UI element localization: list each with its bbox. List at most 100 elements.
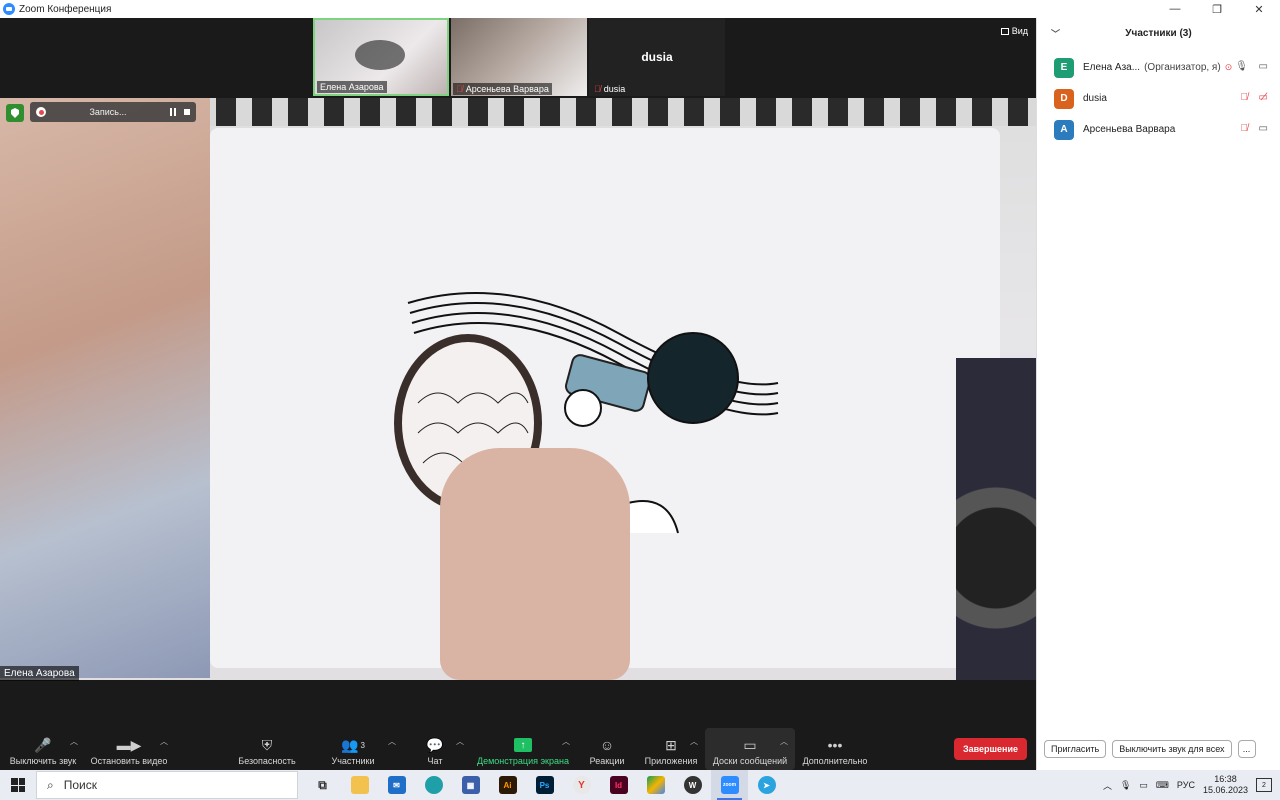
apps-label: Приложения: [644, 756, 698, 766]
invite-button[interactable]: Пригласить: [1044, 740, 1107, 758]
stop-video-button[interactable]: ▬▶ Остановить видео: [88, 728, 170, 770]
mute-all-button[interactable]: Выключить звук для всех: [1112, 740, 1232, 758]
apps-options-caret[interactable]: ︿: [690, 736, 698, 747]
security-label: Безопасность: [238, 756, 296, 766]
thumbnail-elena[interactable]: Елена Азарова: [313, 18, 449, 96]
video-off-icon[interactable]: ▭̸: [1259, 92, 1268, 103]
thumbnail-drawing: [355, 40, 405, 70]
telegram-icon: ➤: [757, 776, 776, 794]
participants-panel-header: ﹀ Участники (3): [1037, 18, 1280, 48]
start-button[interactable]: [0, 770, 36, 800]
edge-icon: [424, 776, 443, 794]
taskbar-search[interactable]: ⌕ Поиск: [36, 771, 298, 799]
reactions-label: Реакции: [589, 756, 625, 766]
share-screen-button[interactable]: ↑ Демонстрация экрана: [474, 728, 572, 770]
share-icon-wrap: ↑: [514, 734, 532, 756]
avatar: А: [1054, 119, 1074, 140]
mic-muted-icon: 🎙̸: [594, 84, 601, 94]
participant-row[interactable]: Е Елена Аза... (Организатор, я) ⊙ 🎙 ▭: [1037, 52, 1280, 83]
taskbar-indesign[interactable]: Id: [600, 770, 637, 800]
input-language[interactable]: РУС: [1177, 780, 1195, 790]
view-button[interactable]: Вид: [1000, 26, 1028, 36]
participants-button[interactable]: 👥 3 Участники: [326, 728, 380, 770]
taskbar-explorer[interactable]: [341, 770, 378, 800]
participants-panel-footer: Пригласить Выключить звук для всех ...: [1037, 740, 1280, 758]
keyboard-icon[interactable]: ⌨: [1156, 780, 1169, 791]
thumbnail-name: dusia: [603, 84, 626, 94]
thumbnail-big-name: dusia: [641, 50, 673, 64]
chat-options-caret[interactable]: ︿: [456, 736, 464, 747]
more-label: Дополнительно: [802, 756, 868, 766]
taskbar-edge[interactable]: [415, 770, 452, 800]
participants-options-caret[interactable]: ︿: [388, 736, 396, 747]
pause-recording-icon[interactable]: [170, 108, 176, 116]
more-button[interactable]: ••• Дополнительно: [800, 728, 870, 770]
task-view-button[interactable]: ⧉: [304, 770, 341, 800]
thumbnail-dusia[interactable]: dusia 🎙̸ dusia: [589, 18, 725, 96]
apps-icon: ⊞: [665, 736, 677, 753]
taskbar-mail[interactable]: ✉: [378, 770, 415, 800]
video-right-pattern: [956, 358, 1036, 680]
participant-role: (Организатор, я): [1144, 62, 1221, 73]
thumbnail-varvara[interactable]: 🎙̸ Арсеньева Варвара: [451, 18, 587, 96]
mute-button[interactable]: 🎤 Выключить звук: [6, 728, 80, 770]
video-options-caret[interactable]: ︿: [160, 736, 168, 747]
taskbar-google-drive[interactable]: [637, 770, 674, 800]
participant-name: dusia: [1083, 93, 1107, 104]
reactions-button[interactable]: ☺ Реакции: [586, 728, 628, 770]
taskbar-telegram[interactable]: ➤: [748, 770, 785, 800]
windows-taskbar: ⌕ Поиск ⧉ ✉ ▦ Ai Ps Y Id W zoom ➤ ︿ 🎙 ▭ …: [0, 770, 1280, 800]
panel-more-button[interactable]: ...: [1237, 740, 1256, 758]
chevron-down-icon[interactable]: ﹀: [1051, 27, 1060, 40]
participants-icon: 👥 3: [341, 736, 365, 753]
meeting-area: Елена Азарова 🎙̸ Арсеньева Варвара dusia…: [0, 18, 1036, 770]
notifications-count: 2: [1262, 781, 1266, 789]
taskbar-illustrator[interactable]: Ai: [489, 770, 526, 800]
close-button[interactable]: ✕: [1238, 0, 1280, 18]
tray-microphone-icon[interactable]: 🎙: [1120, 780, 1131, 791]
apps-button[interactable]: ⊞ Приложения: [642, 728, 700, 770]
zoom-app-icon: zoom: [720, 776, 739, 794]
window-title-bar: Zoom Конференция — ❐ ✕: [0, 0, 1280, 18]
video-camera-icon[interactable]: ▭: [1259, 61, 1268, 72]
microphone-icon: 🎤: [34, 736, 52, 753]
mute-label: Выключить звук: [9, 756, 77, 766]
mute-options-caret[interactable]: ︿: [70, 736, 78, 747]
end-meeting-button[interactable]: Завершение: [954, 738, 1027, 760]
security-button[interactable]: ⛨ Безопасность: [236, 728, 298, 770]
stop-recording-icon[interactable]: [184, 109, 190, 115]
mic-muted-icon[interactable]: 🎙̸: [1241, 92, 1249, 103]
microphone-icon[interactable]: 🎙: [1235, 61, 1248, 72]
recording-dot-icon: [36, 107, 46, 117]
video-camera-icon[interactable]: ▭: [1259, 123, 1268, 134]
whiteboards-options-caret[interactable]: ︿: [780, 736, 788, 747]
share-screen-icon: ↑: [514, 738, 532, 752]
encryption-shield-icon[interactable]: [6, 104, 24, 122]
taskbar-photoshop[interactable]: Ps: [526, 770, 563, 800]
tray-chevron-icon[interactable]: ︿: [1103, 779, 1112, 792]
thumbnail-label: 🎙̸ dusia: [591, 83, 628, 95]
participant-row[interactable]: D dusia 🎙̸ ▭̸: [1037, 83, 1280, 114]
participants-list: Е Елена Аза... (Организатор, я) ⊙ 🎙 ▭ D …: [1037, 48, 1280, 145]
mail-icon: ✉: [387, 776, 406, 794]
thumbnail-name: Арсеньева Варвара: [465, 84, 549, 94]
taskbar-app-w[interactable]: W: [674, 770, 711, 800]
speaker-name-label: Елена Азарова: [0, 666, 79, 681]
illustrator-icon: Ai: [498, 776, 517, 794]
minimize-button[interactable]: —: [1154, 0, 1196, 18]
taskbar-yandex[interactable]: Y: [563, 770, 600, 800]
mic-muted-icon[interactable]: 🎙̸: [1241, 123, 1249, 134]
system-clock[interactable]: 16:38 15.06.2023: [1203, 774, 1248, 796]
chat-button[interactable]: 💬 Чат: [418, 728, 452, 770]
taskbar-calculator[interactable]: ▦: [452, 770, 489, 800]
window-title: Zoom Конференция: [19, 3, 112, 15]
tray-display-icon[interactable]: ▭: [1139, 780, 1148, 791]
share-options-caret[interactable]: ︿: [562, 736, 570, 747]
whiteboards-button[interactable]: ▭ Доски сообщений: [705, 728, 795, 770]
recording-bar: Запись...: [30, 102, 196, 122]
taskbar-zoom[interactable]: zoom: [711, 770, 748, 800]
notifications-icon[interactable]: 2: [1256, 778, 1272, 792]
mic-muted-icon: 🎙̸: [456, 84, 463, 94]
restore-button[interactable]: ❐: [1196, 0, 1238, 18]
participant-row[interactable]: А Арсеньева Варвара 🎙̸ ▭: [1037, 114, 1280, 145]
